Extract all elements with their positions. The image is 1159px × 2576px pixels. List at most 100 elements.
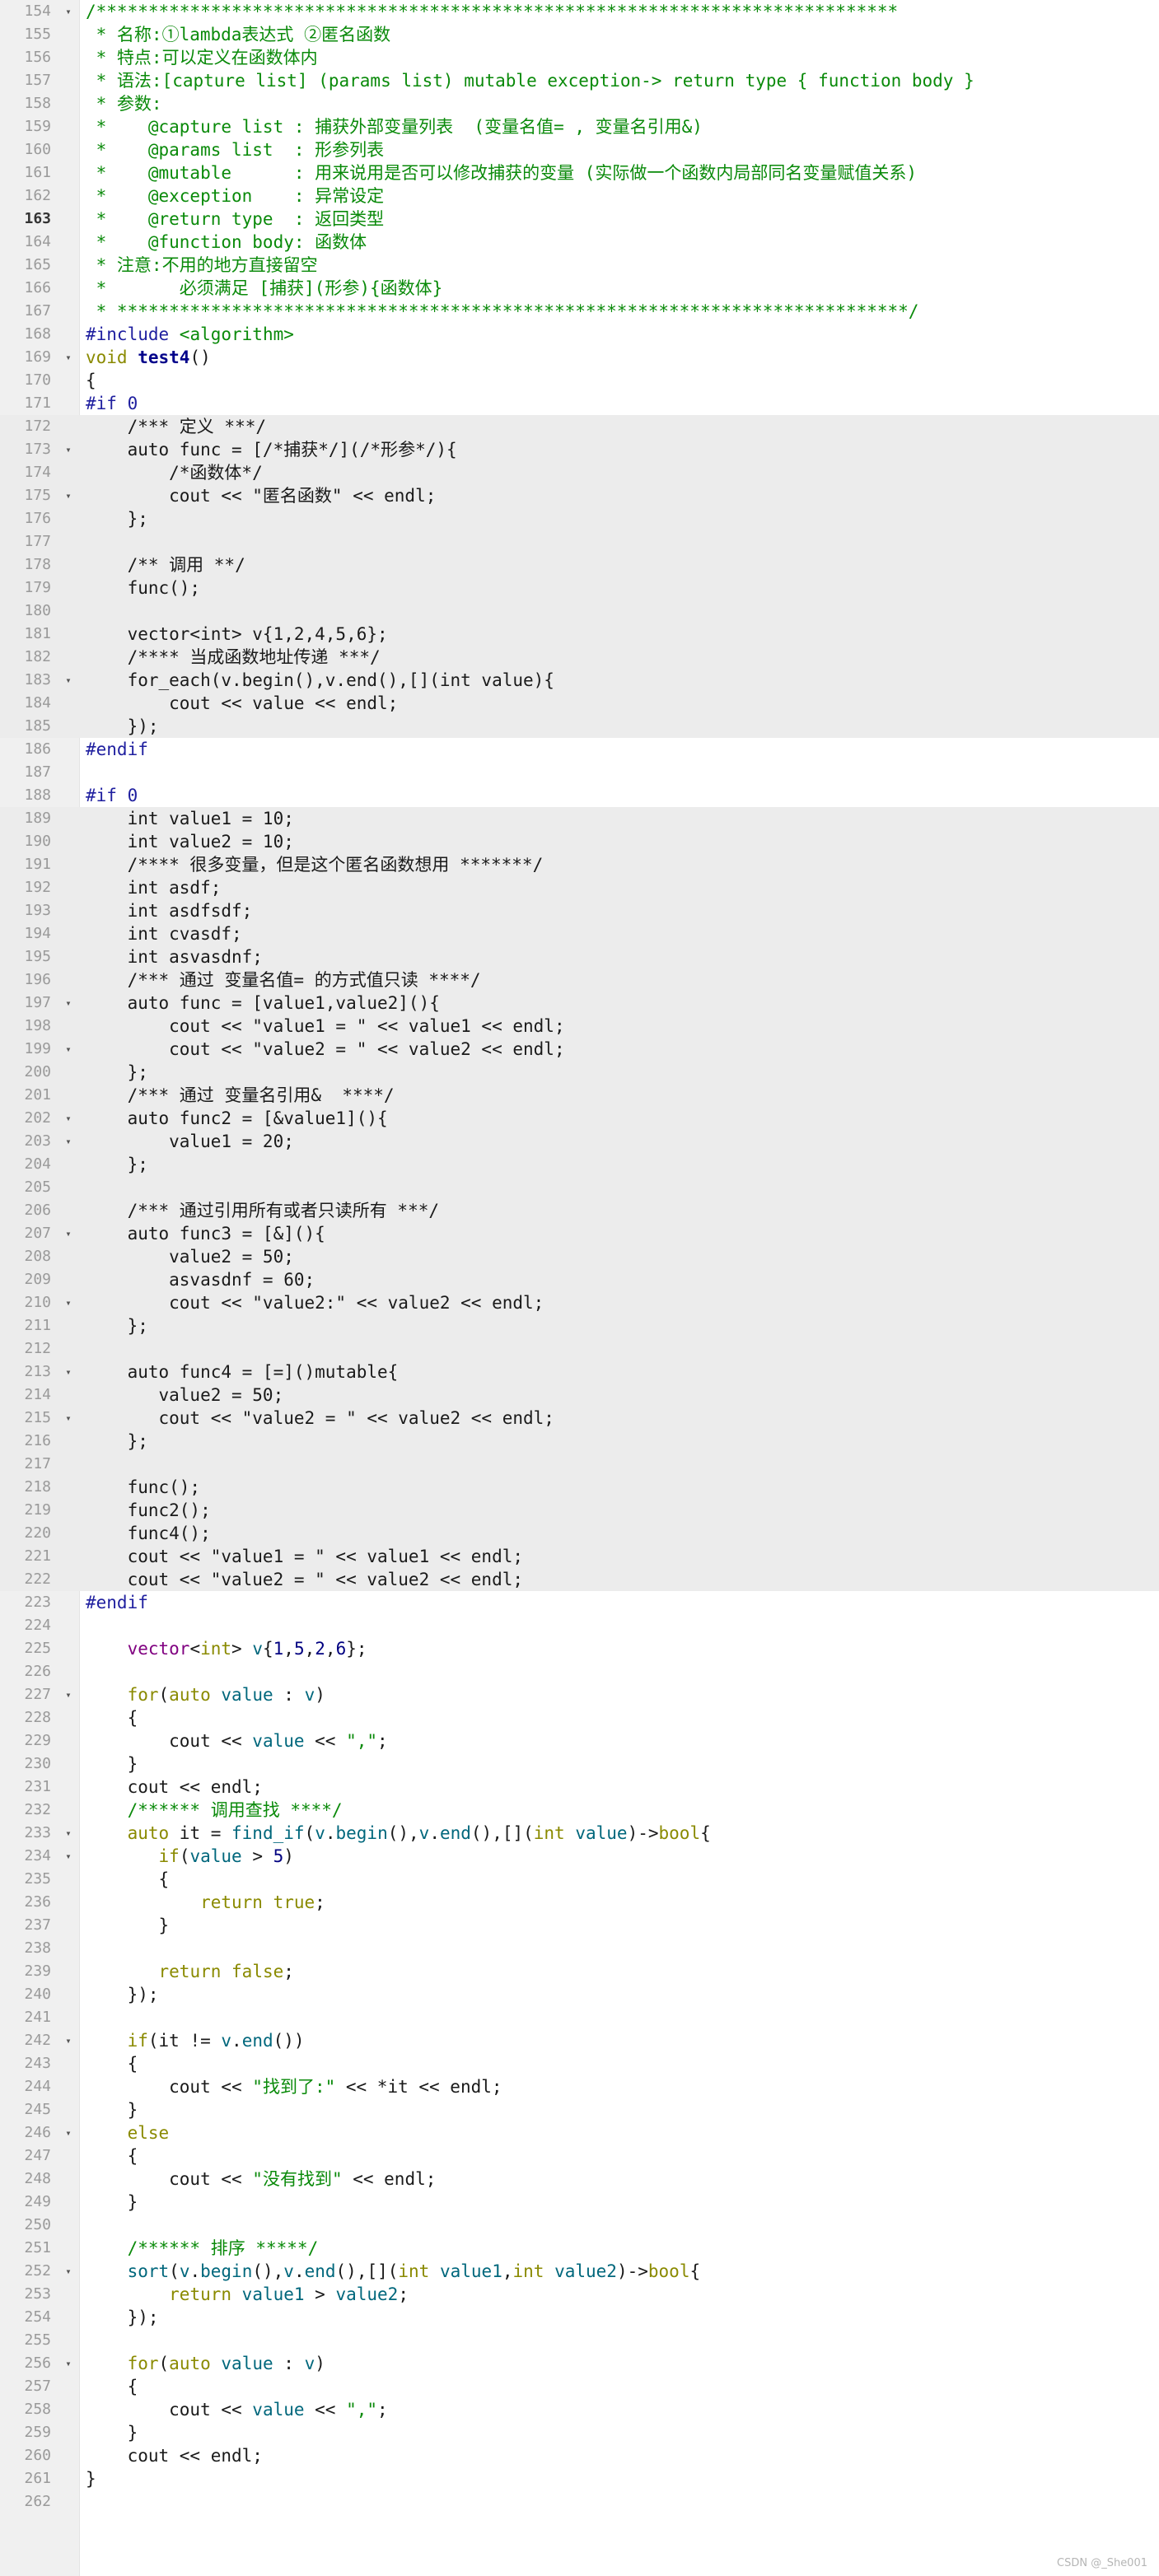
- code-line[interactable]: 225 vector<int> v{1,5,2,6};: [0, 1637, 1159, 1660]
- code-line[interactable]: 232 /****** 调用查找 ****/: [0, 1799, 1159, 1822]
- code-line[interactable]: 161 * @mutable : 用来说用是否可以修改捕获的变量 (实际做一个函…: [0, 161, 1159, 184]
- code-line[interactable]: 255: [0, 2329, 1159, 2352]
- code-line[interactable]: 229 cout << value << ",";: [0, 1729, 1159, 1752]
- code-line[interactable]: 227 ▾ for(auto value : v): [0, 1683, 1159, 1706]
- fold-toggle-icon[interactable]: ▾: [63, 1130, 74, 1153]
- code-line[interactable]: 245 }: [0, 2098, 1159, 2121]
- code-line[interactable]: 165 * 注意:不用的地方直接留空: [0, 254, 1159, 277]
- code-line[interactable]: 155 * 名称:①lambda表达式 ②匿名函数: [0, 23, 1159, 46]
- code-line[interactable]: 175 ▾ cout << "匿名函数" << endl;: [0, 484, 1159, 507]
- code-line[interactable]: 163 * @return type : 返回类型: [0, 208, 1159, 231]
- code-line[interactable]: 178 /** 调用 **/: [0, 553, 1159, 576]
- code-line[interactable]: 157 * 语法:[capture list] (params list) mu…: [0, 69, 1159, 92]
- fold-toggle-icon[interactable]: ▾: [63, 1407, 74, 1430]
- code-line[interactable]: 239 return false;: [0, 1960, 1159, 1983]
- code-line[interactable]: 197 ▾ auto func = [value1,value2](){: [0, 992, 1159, 1015]
- code-line[interactable]: 259 }: [0, 2421, 1159, 2444]
- code-line[interactable]: 235 {: [0, 1868, 1159, 1891]
- fold-toggle-icon[interactable]: ▾: [63, 1822, 74, 1845]
- code-line[interactable]: 253 return value1 > value2;: [0, 2283, 1159, 2306]
- code-line[interactable]: 240 });: [0, 1983, 1159, 2006]
- code-line[interactable]: 164 * @function body: 函数体: [0, 231, 1159, 254]
- fold-toggle-icon[interactable]: ▾: [63, 669, 74, 692]
- code-line[interactable]: 241: [0, 2006, 1159, 2029]
- code-line[interactable]: 173 ▾ auto func = [/*捕获*/](/*形参*/){: [0, 438, 1159, 461]
- code-line[interactable]: 184 cout << value << endl;: [0, 692, 1159, 715]
- code-line[interactable]: 170 {: [0, 369, 1159, 392]
- fold-toggle-icon[interactable]: ▾: [63, 1222, 74, 1245]
- code-line[interactable]: 248 cout << "没有找到" << endl;: [0, 2168, 1159, 2191]
- code-line[interactable]: 204 };: [0, 1153, 1159, 1176]
- code-line[interactable]: 258 cout << value << ",";: [0, 2398, 1159, 2421]
- code-line[interactable]: 185 });: [0, 715, 1159, 738]
- code-line[interactable]: 206 /*** 通过引用所有或者只读所有 ***/: [0, 1199, 1159, 1222]
- fold-toggle-icon[interactable]: ▾: [63, 438, 74, 461]
- code-line[interactable]: 214 value2 = 50;: [0, 1384, 1159, 1407]
- code-line[interactable]: 167 * **********************************…: [0, 300, 1159, 323]
- code-line[interactable]: 181 vector<int> v{1,2,4,5,6};: [0, 623, 1159, 646]
- fold-toggle-icon[interactable]: ▾: [63, 1360, 74, 1384]
- code-line[interactable]: 154 ▾ /***********************************…: [0, 0, 1159, 23]
- fold-toggle-icon[interactable]: ▾: [63, 1038, 74, 1061]
- fold-toggle-icon[interactable]: ▾: [63, 2029, 74, 2052]
- code-line[interactable]: 244 cout << "找到了:" << *it << endl;: [0, 2075, 1159, 2098]
- code-line[interactable]: 243 {: [0, 2052, 1159, 2075]
- code-line[interactable]: 213 ▾ auto func4 = [=]()mutable{: [0, 1360, 1159, 1384]
- code-line[interactable]: 176 };: [0, 507, 1159, 530]
- code-line[interactable]: 216 };: [0, 1430, 1159, 1453]
- code-line[interactable]: 203 ▾ value1 = 20;: [0, 1130, 1159, 1153]
- code-line[interactable]: 236 return true;: [0, 1891, 1159, 1914]
- code-line[interactable]: 192 int asdf;: [0, 876, 1159, 899]
- code-line[interactable]: 183 ▾ for_each(v.begin(),v.end(),[](int v…: [0, 669, 1159, 692]
- fold-toggle-icon[interactable]: ▾: [63, 2121, 74, 2144]
- code-line[interactable]: 182 /**** 当成函数地址传递 ***/: [0, 646, 1159, 669]
- code-line[interactable]: 200 };: [0, 1061, 1159, 1084]
- code-line[interactable]: 237 }: [0, 1914, 1159, 1937]
- code-line[interactable]: 217: [0, 1453, 1159, 1476]
- code-line[interactable]: 251 /****** 排序 *****/: [0, 2237, 1159, 2260]
- fold-toggle-icon[interactable]: ▾: [63, 1845, 74, 1868]
- code-line[interactable]: 162 * @exception : 异常设定: [0, 184, 1159, 208]
- code-line[interactable]: 205: [0, 1176, 1159, 1199]
- fold-toggle-icon[interactable]: ▾: [63, 484, 74, 507]
- code-line[interactable]: 179 func();: [0, 576, 1159, 600]
- code-line[interactable]: 231 cout << endl;: [0, 1776, 1159, 1799]
- code-line[interactable]: 180: [0, 600, 1159, 623]
- code-line[interactable]: 238: [0, 1937, 1159, 1960]
- code-line[interactable]: 228 {: [0, 1706, 1159, 1729]
- code-line[interactable]: 188 #if 0: [0, 784, 1159, 807]
- code-line[interactable]: 254 });: [0, 2306, 1159, 2329]
- code-line[interactable]: 250: [0, 2214, 1159, 2237]
- code-line[interactable]: 223 #endif: [0, 1591, 1159, 1614]
- fold-toggle-icon[interactable]: ▾: [63, 1107, 74, 1130]
- code-line[interactable]: 198 cout << "value1 = " << value1 << end…: [0, 1015, 1159, 1038]
- code-line[interactable]: 190 int value2 = 10;: [0, 830, 1159, 853]
- code-line[interactable]: 234 ▾ if(value > 5): [0, 1845, 1159, 1868]
- code-line[interactable]: 230 }: [0, 1752, 1159, 1776]
- code-line[interactable]: 247 {: [0, 2144, 1159, 2168]
- code-line[interactable]: 249 }: [0, 2191, 1159, 2214]
- code-line[interactable]: 166 * 必须满足 [捕获](形参){函数体}: [0, 277, 1159, 300]
- code-line[interactable]: 201 /*** 通过 变量名引用& ****/: [0, 1084, 1159, 1107]
- code-line[interactable]: 252 ▾ sort(v.begin(),v.end(),[](int value…: [0, 2260, 1159, 2283]
- code-line[interactable]: 226: [0, 1660, 1159, 1683]
- code-line[interactable]: 187: [0, 761, 1159, 784]
- code-line[interactable]: 195 int asvasdnf;: [0, 945, 1159, 968]
- code-line[interactable]: 256 ▾ for(auto value : v): [0, 2352, 1159, 2375]
- code-line[interactable]: 160 * @params list : 形参列表: [0, 138, 1159, 161]
- fold-toggle-icon[interactable]: ▾: [63, 346, 74, 369]
- code-line[interactable]: 260 cout << endl;: [0, 2444, 1159, 2467]
- code-line[interactable]: 171 #if 0: [0, 392, 1159, 415]
- code-line[interactable]: 169 ▾ void test4(): [0, 346, 1159, 369]
- code-line[interactable]: 221 cout << "value1 = " << value1 << end…: [0, 1545, 1159, 1568]
- code-line[interactable]: 242 ▾ if(it != v.end()): [0, 2029, 1159, 2052]
- code-line[interactable]: 211 };: [0, 1314, 1159, 1337]
- code-line[interactable]: 196 /*** 通过 变量名值= 的方式值只读 ****/: [0, 968, 1159, 992]
- code-line[interactable]: 159 * @capture list : 捕获外部变量列表 (变量名值= , …: [0, 115, 1159, 138]
- code-editor[interactable]: 154 ▾ /***********************************…: [0, 0, 1159, 2576]
- fold-toggle-icon[interactable]: ▾: [63, 2352, 74, 2375]
- code-line[interactable]: 158 * 参数:: [0, 92, 1159, 115]
- code-line[interactable]: 174 /*函数体*/: [0, 461, 1159, 484]
- code-line[interactable]: 194 int cvasdf;: [0, 922, 1159, 945]
- code-line[interactable]: 210 ▾ cout << "value2:" << value2 << endl…: [0, 1291, 1159, 1314]
